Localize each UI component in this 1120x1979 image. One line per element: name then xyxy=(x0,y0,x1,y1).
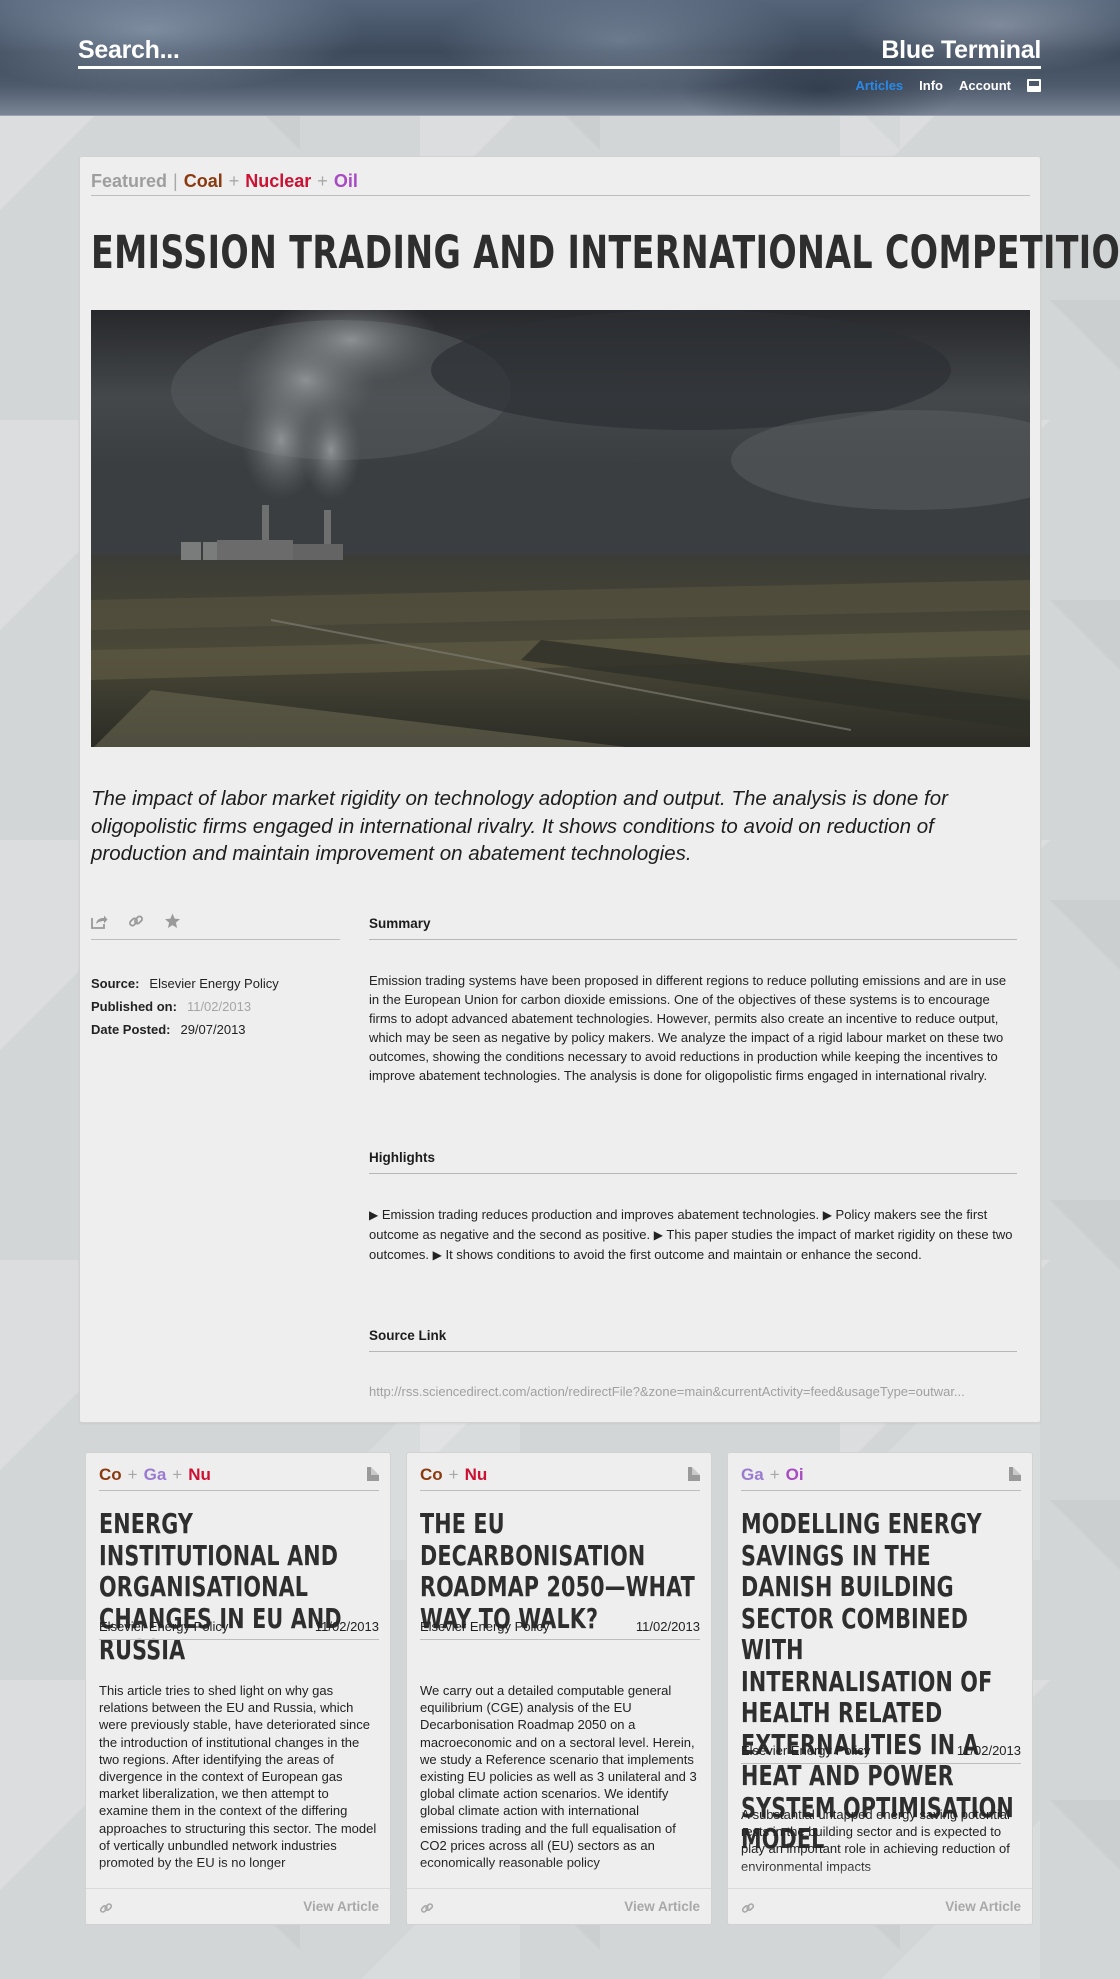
tag-gas[interactable]: Ga xyxy=(144,1465,167,1485)
card-date: 11/02/2013 xyxy=(314,1619,379,1634)
view-article-link[interactable]: View Article xyxy=(624,1899,700,1914)
card-tags: Co + Nu xyxy=(420,1465,487,1485)
posted-value: 29/07/2013 xyxy=(180,1022,246,1037)
card-footer: View Article xyxy=(86,1888,390,1924)
card-divider xyxy=(99,1639,379,1640)
article-meta: Source: Elsevier Energy Policy Published … xyxy=(91,972,279,1041)
category-plus: + xyxy=(228,171,240,191)
category-nuclear[interactable]: Nuclear xyxy=(245,171,311,192)
tag-plus: + xyxy=(127,1465,138,1484)
tag-nuclear[interactable]: Nu xyxy=(465,1465,488,1485)
source-link-heading: Source Link xyxy=(369,1328,447,1343)
card-divider xyxy=(741,1763,1021,1764)
document-icon xyxy=(688,1467,700,1481)
coal-power-plant-photo xyxy=(91,310,1030,747)
actions-divider xyxy=(91,939,340,940)
link-icon[interactable] xyxy=(128,913,144,929)
header-divider xyxy=(78,66,1041,69)
card-title[interactable]: MODELLING ENERGY SAVINGS IN THE DANISH B… xyxy=(741,1508,1022,1855)
document-icon xyxy=(367,1467,379,1481)
card-source: Elsevier Energy Policy xyxy=(99,1619,229,1634)
card-source: Elsevier Energy Policy xyxy=(741,1743,871,1758)
published-value: 11/02/2013 xyxy=(186,999,252,1014)
highlights-heading: Highlights xyxy=(369,1150,435,1165)
highlight-item: Emission trading reduces production and … xyxy=(381,1207,820,1222)
card-title[interactable]: ENERGY INSTITUTIONAL AND ORGANISATIONAL … xyxy=(99,1508,380,1666)
card-meta: Elsevier Energy Policy 11/02/2013 xyxy=(741,1743,1021,1758)
link-icon[interactable] xyxy=(741,1901,755,1920)
brand-logo[interactable]: Blue Terminal xyxy=(881,36,1041,65)
nav-account[interactable]: Account xyxy=(959,78,1011,93)
link-icon[interactable] xyxy=(99,1901,113,1920)
card-meta: Elsevier Energy Policy 11/02/2013 xyxy=(420,1619,700,1634)
category-plus: + xyxy=(317,171,328,191)
card-divider xyxy=(420,1639,700,1640)
published-label: Published on: xyxy=(91,999,177,1014)
source-link-url[interactable]: http://rss.sciencedirect.com/action/redi… xyxy=(369,1382,1017,1401)
tag-plus: + xyxy=(448,1465,459,1484)
category-coal[interactable]: Coal xyxy=(184,171,223,192)
article-title: EMISSION TRADING AND INTERNATIONAL COMPE… xyxy=(91,226,1120,279)
tag-plus: + xyxy=(769,1465,780,1484)
tag-gas[interactable]: Ga xyxy=(741,1465,764,1485)
nav-articles[interactable]: Articles xyxy=(855,78,903,93)
highlight-marker: ▶ xyxy=(822,1208,832,1222)
category-separator: | xyxy=(173,171,178,191)
card-divider xyxy=(99,1490,379,1491)
card-divider xyxy=(420,1490,700,1491)
category-featured[interactable]: Featured xyxy=(91,171,167,192)
source-link-divider xyxy=(369,1351,1017,1352)
card-tags: Co + Ga + Nu xyxy=(99,1465,211,1485)
highlights-list: ▶ Emission trading reduces production an… xyxy=(369,1205,1017,1265)
card-excerpt: This article tries to shed light on why … xyxy=(99,1683,377,1870)
card-title[interactable]: THE EU DECARBONISATION ROADMAP 2050—WHAT… xyxy=(420,1508,701,1634)
tag-coal[interactable]: Co xyxy=(420,1465,443,1485)
article-card: Featured | Coal + Nuclear + Oil EMISSION… xyxy=(79,156,1120,1423)
summary-heading: Summary xyxy=(369,916,431,931)
tag-nuclear[interactable]: Nu xyxy=(188,1465,211,1485)
link-icon[interactable] xyxy=(420,1901,434,1920)
highlights-divider xyxy=(369,1173,1017,1174)
article-preview-card[interactable]: Co + Nu THE EU DECARBONISATION ROADMAP 2… xyxy=(406,1452,712,1925)
card-date: 11/02/2013 xyxy=(635,1619,700,1634)
posted-label: Date Posted: xyxy=(91,1022,171,1037)
nav-info[interactable]: Info xyxy=(919,78,943,93)
summary-text: Emission trading systems have been propo… xyxy=(369,973,1007,1083)
star-icon[interactable] xyxy=(164,913,181,929)
share-icon[interactable] xyxy=(91,914,108,929)
article-lede: The impact of labor market rigidity on t… xyxy=(91,787,948,865)
header-banner: Search... Blue Terminal Articles Info Ac… xyxy=(0,0,1120,116)
tag-coal[interactable]: Co xyxy=(99,1465,122,1485)
highlight-marker: ▶ xyxy=(369,1208,379,1222)
card-source: Elsevier Energy Policy xyxy=(420,1619,550,1634)
highlight-marker: ▶ xyxy=(432,1248,442,1262)
card-footer: View Article xyxy=(728,1888,1032,1924)
search-input[interactable]: Search... xyxy=(78,36,180,65)
category-bar: Featured | Coal + Nuclear + Oil xyxy=(91,171,358,192)
summary-divider xyxy=(369,939,1017,940)
layout-toggle-icon[interactable] xyxy=(1027,79,1041,92)
tag-oil[interactable]: Oi xyxy=(786,1465,804,1485)
article-preview-card[interactable]: Ga + Oi MODELLING ENERGY SAVINGS IN THE … xyxy=(727,1452,1033,1925)
source-value: Elsevier Energy Policy xyxy=(149,976,279,991)
category-oil[interactable]: Oil xyxy=(334,171,358,192)
card-meta: Elsevier Energy Policy 11/02/2013 xyxy=(99,1619,379,1634)
card-divider xyxy=(741,1490,1021,1491)
card-excerpt: We carry out a detailed computable gener… xyxy=(420,1683,697,1870)
card-date: 11/02/2013 xyxy=(956,1743,1021,1758)
view-article-link[interactable]: View Article xyxy=(303,1899,379,1914)
highlight-item: It shows conditions to avoid the first o… xyxy=(445,1247,922,1262)
source-label: Source: xyxy=(91,976,140,991)
article-preview-card[interactable]: Co + Ga + Nu ENERGY INSTITUTIONAL AND OR… xyxy=(85,1452,391,1925)
article-actions xyxy=(91,913,181,929)
card-tags: Ga + Oi xyxy=(741,1465,804,1485)
tag-plus: + xyxy=(172,1465,183,1484)
category-divider xyxy=(91,195,1030,196)
highlight-marker: ▶ xyxy=(653,1228,663,1242)
main-nav: Articles Info Account xyxy=(855,78,1041,93)
card-footer: View Article xyxy=(407,1888,711,1924)
document-icon xyxy=(1009,1467,1021,1481)
view-article-link[interactable]: View Article xyxy=(945,1899,1021,1914)
